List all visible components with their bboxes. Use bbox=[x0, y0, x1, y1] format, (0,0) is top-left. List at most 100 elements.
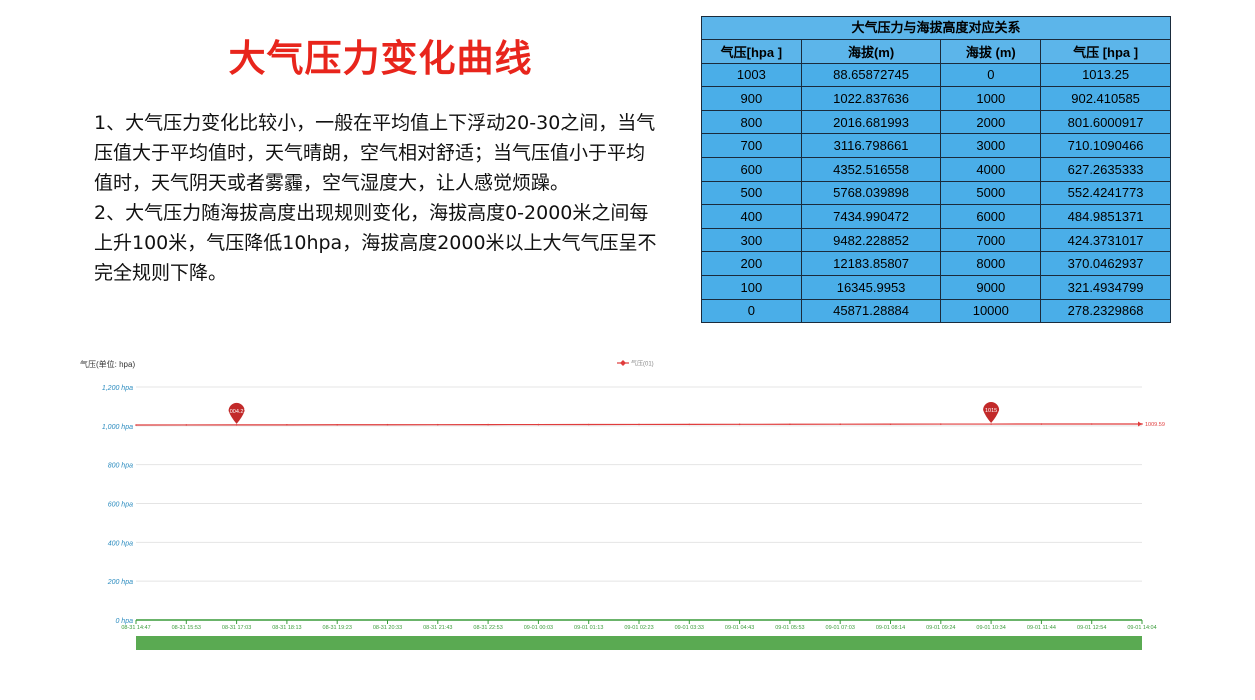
table-cell: 370.0462937 bbox=[1040, 251, 1171, 276]
series-point[interactable] bbox=[889, 423, 892, 425]
series-point[interactable] bbox=[336, 423, 339, 426]
table-cell: 88.65872745 bbox=[800, 62, 942, 88]
time-range-slider[interactable] bbox=[136, 636, 1142, 650]
table-row: 300 9482.228852 7000 424.3731017 bbox=[701, 227, 1171, 253]
table-cell: 16345.9953 bbox=[800, 274, 942, 300]
header-pressure-2: 气压 [hpa ] bbox=[1040, 39, 1171, 64]
y-axis-label: 气压(单位: hpa) bbox=[80, 359, 135, 369]
table-row: 0 45871.28884 10000 278.2329868 bbox=[701, 298, 1171, 324]
table-cell: 9482.228852 bbox=[800, 227, 942, 253]
table-cell: 1003 bbox=[701, 62, 802, 88]
x-tick-label: 09-01 02:23 bbox=[624, 625, 653, 631]
table-row: 500 5768.039898 5000 552.4241773 bbox=[701, 180, 1171, 206]
table-body: 1003 88.65872745 0 1013.25 900 1022.837636 100… bbox=[701, 62, 1171, 324]
page-title: 大气压力变化曲线 bbox=[228, 37, 533, 80]
header-pressure: 气压[hpa ] bbox=[701, 39, 802, 64]
table-cell: 12183.85807 bbox=[800, 251, 942, 276]
table-cell: 2016.681993 bbox=[800, 109, 942, 135]
x-tick-label: 09-01 08:14 bbox=[876, 625, 905, 631]
series-point[interactable] bbox=[487, 423, 489, 426]
y-tick-label: 200 hpa bbox=[107, 579, 133, 586]
table-cell: 400 bbox=[701, 204, 802, 229]
y-tick-label: 600 hpa bbox=[108, 502, 133, 509]
table-cell: 1000 bbox=[940, 86, 1042, 111]
x-tick-label: 09-01 01:13 bbox=[574, 625, 603, 631]
table-cell: 800 bbox=[701, 109, 802, 135]
table-cell: 1022.837636 bbox=[800, 86, 942, 111]
table-cell: 801.6000917 bbox=[1040, 109, 1171, 135]
series-point[interactable] bbox=[1040, 423, 1043, 425]
series-point[interactable] bbox=[688, 423, 691, 426]
table-cell: 500 bbox=[701, 180, 802, 206]
table-cell: 902.410585 bbox=[1040, 86, 1171, 111]
series-point[interactable] bbox=[839, 423, 841, 426]
series-point[interactable] bbox=[537, 423, 540, 426]
table-cell: 0 bbox=[940, 62, 1042, 88]
y-tick-label: 400 hpa bbox=[108, 540, 133, 547]
x-tick-label: 08-31 14:47 bbox=[121, 625, 150, 631]
table-cell: 627.2635333 bbox=[1040, 156, 1171, 182]
table-cell: 321.4934799 bbox=[1040, 274, 1171, 300]
description-paragraph-1: 1、大气压力变化比较小，一般在平均值上下浮动20-30之间，当气压值大于平均值时… bbox=[94, 112, 656, 194]
table-cell: 600 bbox=[701, 156, 802, 182]
pressure-chart-svg: 气压(单位: hpa) 气压(01) 0 hpa 200 hpa 400 hpa 60… bbox=[80, 359, 1165, 650]
x-tick-label: 09-01 14:04 bbox=[1127, 625, 1156, 631]
x-tick-label: 08-31 21:43 bbox=[423, 625, 452, 631]
series-point[interactable] bbox=[185, 424, 188, 426]
series-point[interactable] bbox=[789, 423, 791, 426]
y-tick-label: 0 hpa bbox=[115, 618, 133, 625]
series-point[interactable] bbox=[437, 423, 439, 426]
x-tick-label: 09-01 12:54 bbox=[1077, 625, 1106, 631]
table-cell: 0 bbox=[701, 298, 802, 324]
series-point[interactable] bbox=[940, 423, 942, 425]
pressure-altitude-table: 大气压力与海拔高度对应关系 气压[hpa ] 海拔(m) 海拔 (m) 气压 [… bbox=[701, 16, 1171, 324]
table-cell: 4352.516558 bbox=[800, 156, 942, 182]
series-point[interactable] bbox=[587, 423, 590, 426]
x-tick-label: 09-01 00:03 bbox=[524, 625, 553, 631]
table-cell: 45871.28884 bbox=[800, 298, 942, 324]
x-tick-label: 09-01 05:53 bbox=[775, 625, 804, 631]
table-cell: 900 bbox=[701, 86, 802, 111]
description-paragraph-2: 2、大气压力随海拔高度出现规则变化，海拔高度0-2000米之间每上升100米，气… bbox=[94, 202, 657, 284]
table-cell: 200 bbox=[701, 251, 802, 276]
table-cell: 3000 bbox=[940, 133, 1042, 158]
series-point[interactable] bbox=[235, 424, 238, 426]
table-cell: 6000 bbox=[940, 204, 1042, 229]
legend-label: 气压(01) bbox=[631, 360, 654, 368]
series-point[interactable] bbox=[135, 424, 137, 426]
x-tick-label: 08-31 18:13 bbox=[272, 625, 301, 631]
y-tick-label: 800 hpa bbox=[108, 463, 133, 470]
y-tick-label: 1,200 hpa bbox=[102, 385, 133, 392]
pressure-chart: 气压(单位: hpa) 气压(01) 0 hpa 200 hpa 400 hpa 60… bbox=[0, 350, 1255, 700]
series-point[interactable] bbox=[638, 423, 640, 426]
x-tick-label: 09-01 04:43 bbox=[725, 625, 754, 631]
series-point[interactable] bbox=[386, 423, 389, 426]
table-cell: 10000 bbox=[940, 298, 1042, 324]
table-cell: 710.1090466 bbox=[1040, 133, 1171, 158]
x-tick-label: 08-31 17:03 bbox=[222, 625, 251, 631]
series-point[interactable] bbox=[738, 423, 741, 426]
series-point[interactable] bbox=[286, 424, 288, 426]
description: 1、大气压力变化比较小，一般在平均值上下浮动20-30之间，当气压值大于平均值时… bbox=[94, 108, 659, 288]
table-cell: 5768.039898 bbox=[800, 180, 942, 206]
series-point[interactable] bbox=[990, 423, 992, 425]
marker-pin-label: 1015 bbox=[985, 408, 997, 414]
x-tick-label: 09-01 09:24 bbox=[926, 625, 955, 631]
table-cell: 552.4241773 bbox=[1040, 180, 1171, 206]
table-cell: 9000 bbox=[940, 274, 1042, 300]
chart-legend[interactable]: 气压(01) bbox=[617, 360, 654, 368]
table-cell: 8000 bbox=[940, 251, 1042, 276]
marker-pin-label: 1004.21 bbox=[227, 409, 247, 415]
table-cell: 7434.990472 bbox=[800, 204, 942, 229]
table-cell: 424.3731017 bbox=[1040, 227, 1171, 253]
x-tick-label: 08-31 15:53 bbox=[172, 625, 201, 631]
x-tick-label: 09-01 11:44 bbox=[1027, 625, 1056, 631]
header-altitude-2: 海拔 (m) bbox=[940, 39, 1042, 64]
table-cell: 4000 bbox=[940, 156, 1042, 182]
x-tick-label: 09-01 07:03 bbox=[826, 625, 855, 631]
table-row: 1003 88.65872745 0 1013.25 bbox=[701, 62, 1171, 88]
table-cell: 484.9851371 bbox=[1040, 204, 1171, 229]
table-row: 700 3116.798661 3000 710.1090466 bbox=[701, 133, 1171, 158]
series-point[interactable] bbox=[1090, 423, 1093, 425]
table-cell: 3116.798661 bbox=[800, 133, 942, 158]
